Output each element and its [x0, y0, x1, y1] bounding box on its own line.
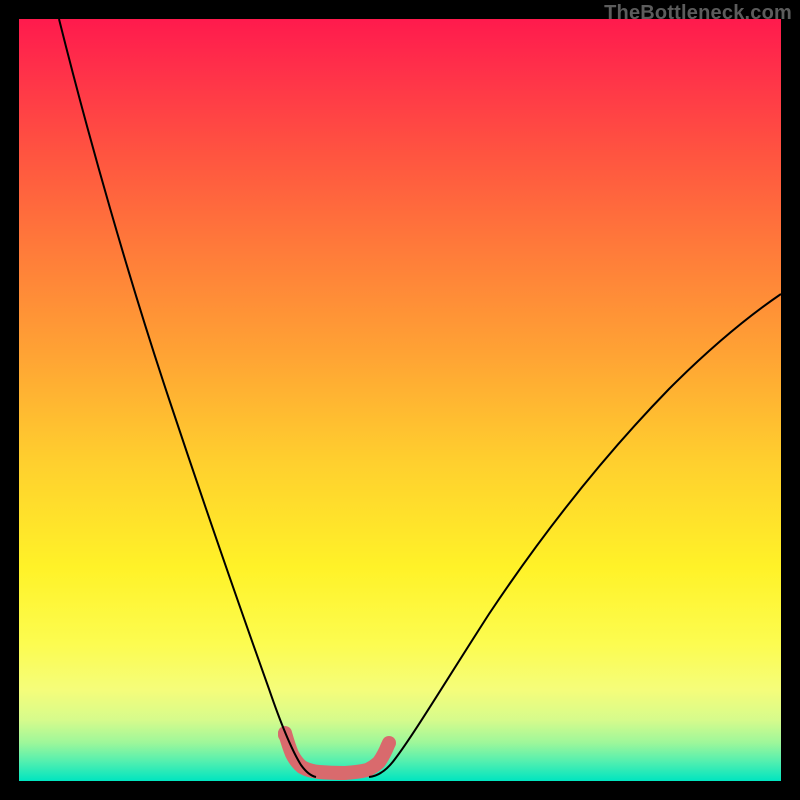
- trough-end-dot: [382, 736, 396, 750]
- chart-svg: [19, 19, 781, 781]
- right-curve-path: [369, 294, 781, 777]
- plot-area: [19, 19, 781, 781]
- left-curve-path: [59, 19, 316, 777]
- trough-highlight-path: [285, 733, 388, 773]
